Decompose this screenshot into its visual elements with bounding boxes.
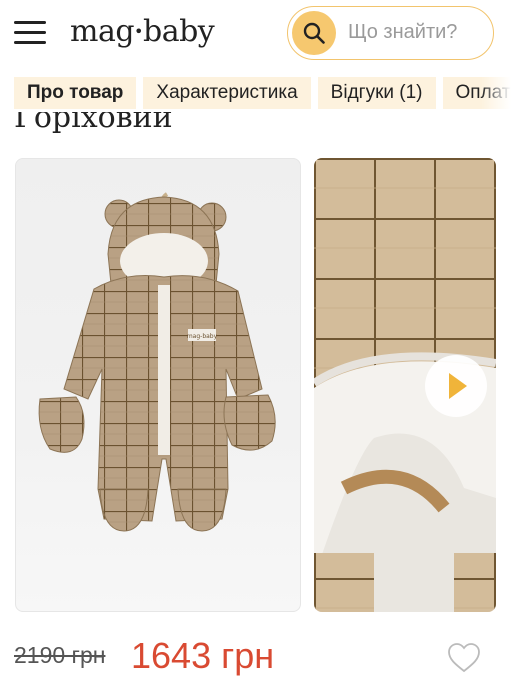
product-tabs: Про товарХарактеристикаВідгуки (1)Оплата xyxy=(14,77,511,109)
tabs-fade xyxy=(481,72,511,112)
old-price: 2190 грн xyxy=(14,642,106,668)
product-image-main[interactable]: mag-baby xyxy=(15,158,301,612)
header: mag•baby xyxy=(0,0,511,72)
product-title: Горіховий xyxy=(14,112,173,135)
search-box xyxy=(287,6,494,60)
current-price: 1643 грн xyxy=(131,635,275,676)
tab-about[interactable]: Про товар xyxy=(14,77,137,109)
heart-icon[interactable] xyxy=(447,642,481,674)
hamburger-menu-icon[interactable] xyxy=(14,21,46,45)
tab-characteristics[interactable]: Характеристика xyxy=(143,77,311,109)
logo-dot: • xyxy=(134,22,143,41)
play-video-button[interactable] xyxy=(425,355,487,417)
logo-text-baby: baby xyxy=(142,14,215,49)
search-input[interactable] xyxy=(348,19,488,45)
play-icon xyxy=(449,373,467,399)
search-icon xyxy=(303,22,325,44)
product-title-clip: Горіховий xyxy=(14,112,314,144)
logo[interactable]: mag•baby xyxy=(70,14,215,49)
search-button[interactable] xyxy=(292,11,336,55)
tab-reviews[interactable]: Відгуки (1) xyxy=(317,77,436,109)
product-label-tag: mag-baby xyxy=(187,333,218,340)
jumpsuit-illustration: mag-baby xyxy=(38,192,276,532)
logo-text-mag: mag xyxy=(70,14,135,49)
